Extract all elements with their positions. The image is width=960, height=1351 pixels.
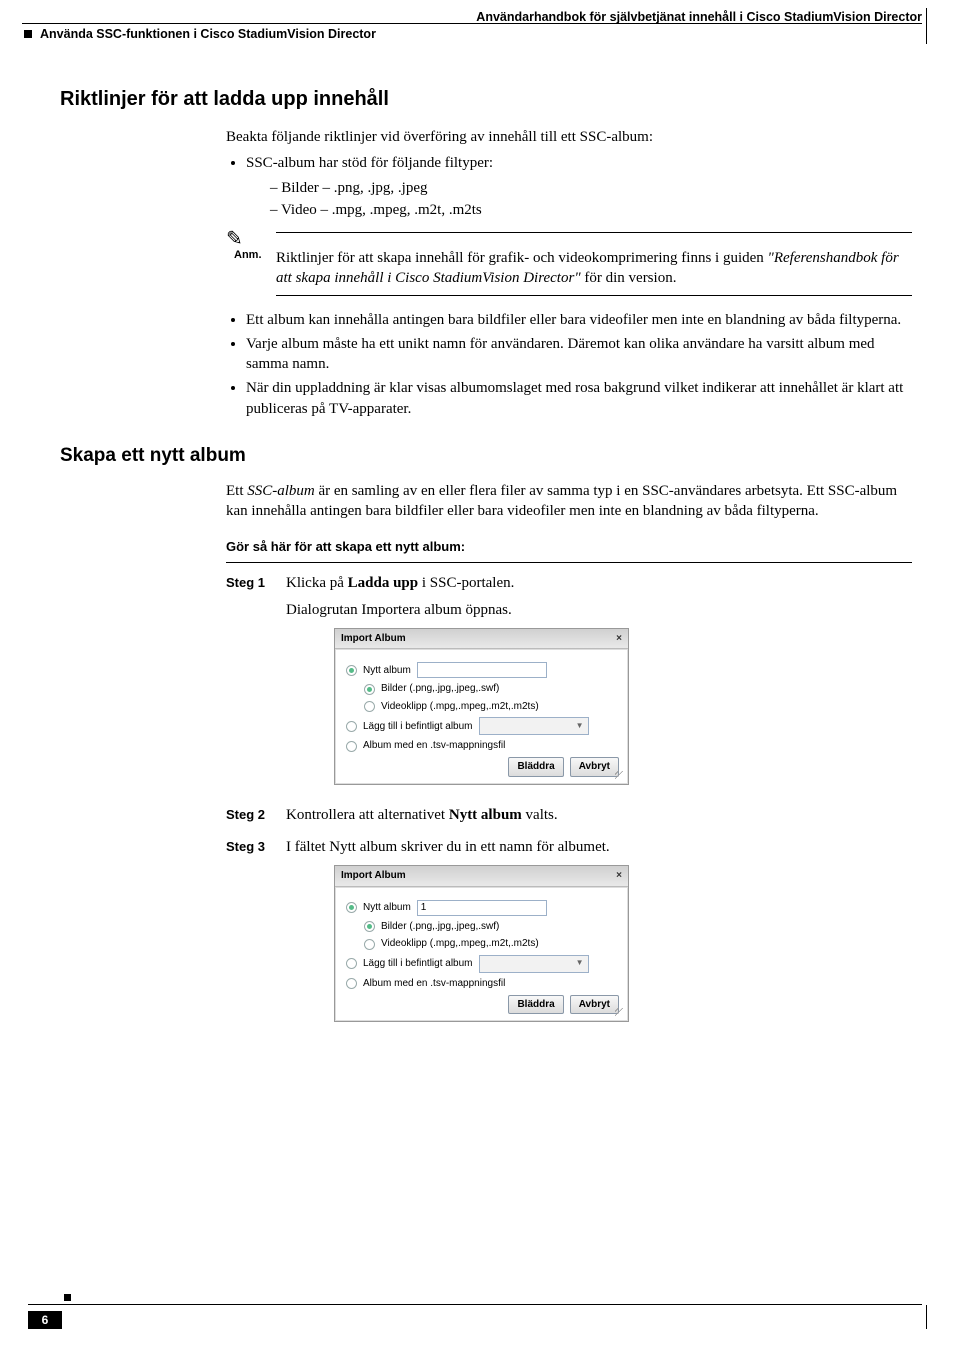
radio-existing[interactable]: [346, 958, 357, 969]
note-text: Riktlinjer för att skapa innehåll för gr…: [276, 248, 912, 289]
step-1: Steg 1 Klicka på Ladda upp i SSC-portale…: [226, 573, 912, 799]
resize-grip-icon[interactable]: [615, 1008, 625, 1018]
bullet-mix: Ett album kan innehålla antingen bara bi…: [246, 310, 912, 330]
existing-album-combo[interactable]: ▼: [479, 955, 589, 973]
steps-rule: [226, 562, 912, 563]
import-album-dialog-2: Import Album × Nytt album 1 Bilder (.png…: [334, 865, 629, 1022]
step-3-text: I fältet Nytt album skriver du in ett na…: [286, 837, 912, 857]
header-right-divider: [926, 8, 927, 44]
page-number: 6: [28, 1311, 62, 1329]
chevron-down-icon: ▼: [576, 721, 584, 732]
dialog-title: Import Album: [341, 632, 406, 646]
intro-text: Beakta följande riktlinjer vid överförin…: [226, 127, 912, 147]
radio-new-album[interactable]: [346, 665, 357, 676]
doc-header-left: Använda SSC-funktionen i Cisco StadiumVi…: [24, 27, 376, 41]
label-video: Videoklipp (.mpg,.mpeg,.m2t,.m2ts): [381, 937, 539, 951]
footer-square-icon: [64, 1294, 71, 1301]
label-new-album: Nytt album: [363, 664, 411, 678]
radio-video[interactable]: [364, 701, 375, 712]
label-images: Bilder (.png,.jpg,.jpeg,.swf): [381, 682, 499, 696]
dialog-title: Import Album: [341, 869, 406, 883]
radio-images[interactable]: [364, 684, 375, 695]
subbullet-video: Video – .mpg, .mpeg, .m2t, .m2ts: [270, 200, 912, 220]
heading-create-album: Skapa ett nytt album: [60, 445, 912, 467]
resize-grip-icon[interactable]: [615, 771, 625, 781]
label-existing: Lägg till i befintligt album: [363, 720, 473, 734]
label-existing: Lägg till i befintligt album: [363, 957, 473, 971]
label-new-album: Nytt album: [363, 901, 411, 915]
new-album-input[interactable]: 1: [417, 900, 547, 916]
heading-guidelines: Riktlinjer för att ladda upp innehåll: [60, 88, 912, 111]
step-2-text: Kontrollera att alternativet Nytt album …: [286, 805, 912, 825]
chevron-down-icon: ▼: [576, 958, 584, 969]
import-album-dialog-1: Import Album × Nytt album Bilder (.png,.…: [334, 628, 629, 785]
cancel-button[interactable]: Avbryt: [570, 995, 619, 1015]
step-3: Steg 3 I fältet Nytt album skriver du in…: [226, 837, 912, 1036]
bullet-filetypes: SSC-album har stöd för följande filtyper…: [246, 153, 912, 220]
header-rule: [22, 23, 922, 24]
footer-right-divider: [926, 1305, 927, 1329]
bullet-upload-ready: När din uppladdning är klar visas albumo…: [246, 378, 912, 419]
howto-heading: Gör så här för att skapa ett nytt album:: [226, 539, 912, 554]
album-description: Ett SSC-album är en samling av en eller …: [226, 481, 912, 522]
step-2: Steg 2 Kontrollera att alternativet Nytt…: [226, 805, 912, 831]
step-1-line2: Dialogrutan Importera album öppnas.: [286, 600, 912, 620]
subbullet-images: Bilder – .png, .jpg, .jpeg: [270, 178, 912, 198]
radio-existing[interactable]: [346, 721, 357, 732]
cancel-button[interactable]: Avbryt: [570, 757, 619, 777]
radio-images[interactable]: [364, 921, 375, 932]
section-path: Använda SSC-funktionen i Cisco StadiumVi…: [40, 27, 376, 41]
close-icon[interactable]: ×: [616, 632, 622, 646]
browse-button[interactable]: Bläddra: [508, 995, 563, 1015]
label-tsv: Album med en .tsv-mappningsfil: [363, 739, 505, 753]
label-video: Videoklipp (.mpg,.mpeg,.m2t,.m2ts): [381, 700, 539, 714]
label-images: Bilder (.png,.jpg,.jpeg,.swf): [381, 920, 499, 934]
browse-button[interactable]: Bläddra: [508, 757, 563, 777]
radio-new-album[interactable]: [346, 902, 357, 913]
doc-header-right: Användarhandbok för självbetjänat innehå…: [476, 10, 922, 24]
radio-video[interactable]: [364, 939, 375, 950]
label-tsv: Album med en .tsv-mappningsfil: [363, 977, 505, 991]
bullet-unique-name: Varje album måste ha ett unikt namn för …: [246, 334, 912, 375]
step-2-label: Steg 2: [226, 805, 286, 831]
new-album-input[interactable]: [417, 662, 547, 678]
step-3-label: Steg 3: [226, 837, 286, 1036]
close-icon[interactable]: ×: [616, 869, 622, 883]
radio-tsv[interactable]: [346, 978, 357, 989]
radio-tsv[interactable]: [346, 741, 357, 752]
bullet-square-icon: [24, 30, 32, 38]
footer-rule: [28, 1304, 922, 1305]
step-1-line1: Klicka på Ladda upp i SSC-portalen.: [286, 573, 912, 593]
step-1-label: Steg 1: [226, 573, 286, 799]
existing-album-combo[interactable]: ▼: [479, 717, 589, 735]
pencil-icon: ✎: [226, 232, 276, 246]
note-block: ✎ Anm. Riktlinjer för att skapa innehåll…: [226, 232, 912, 296]
